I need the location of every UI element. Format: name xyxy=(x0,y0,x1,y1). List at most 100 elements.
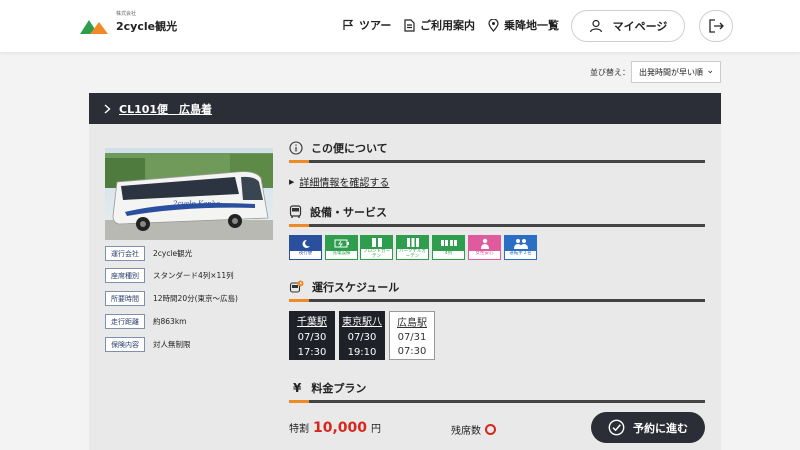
stop-date: 07/30 xyxy=(347,332,377,343)
amenity-4-row: 4列 xyxy=(432,235,465,260)
info-circle-icon xyxy=(289,141,303,155)
two-drivers-icon xyxy=(513,239,528,249)
stop-date: 07/31 xyxy=(397,332,427,343)
chevron-down-icon: ⌄ xyxy=(706,66,714,76)
amenity-label: パーソナルカーテン xyxy=(399,249,426,259)
reserve-button[interactable]: 予約に進む xyxy=(591,412,705,443)
detail-link[interactable]: ▶ 詳細情報を確認する xyxy=(289,174,390,190)
logo-brand: 2cycle観光 xyxy=(116,20,178,33)
site-header: 株式会社 2cycle観光 ツアー ご利用案内 乗降地一覧 マイページ xyxy=(0,0,800,52)
info-tag: 走行距離 xyxy=(105,314,145,329)
amenity-label: 4列 xyxy=(444,251,453,256)
mypage-label: マイページ xyxy=(612,20,668,33)
section-fare-title: 料金プラン xyxy=(311,382,367,395)
info-row-insurance: 保険内容 対人無制限 xyxy=(105,337,191,352)
nav-tour[interactable]: ツアー xyxy=(342,17,391,33)
nav-label: ご利用案内 xyxy=(420,19,475,32)
trip-header[interactable]: CL101便 広島着 xyxy=(89,93,721,124)
logo-text: 株式会社 2cycle観光 xyxy=(116,11,178,34)
user-icon xyxy=(589,19,602,33)
female-icon xyxy=(480,238,489,249)
bus-icon xyxy=(289,205,302,218)
section-rule xyxy=(289,400,705,403)
bus-photo: 2cycle Kanko xyxy=(105,148,273,240)
section-about: この便について xyxy=(289,139,705,163)
bus-clock-icon xyxy=(289,280,304,293)
logo[interactable]: 株式会社 2cycle観光 xyxy=(80,11,178,34)
section-rule xyxy=(289,299,705,302)
info-value: 2cycle観光 xyxy=(153,249,193,258)
stop-name: 広島駅 xyxy=(397,318,427,329)
stop-date: 07/30 xyxy=(297,332,327,343)
amenity-charging: 充電設備 xyxy=(325,235,358,260)
fare-label: 特割 xyxy=(289,424,309,435)
info-tag: 座席種別 xyxy=(105,268,145,283)
stop-name: 東京駅八 xyxy=(342,317,382,328)
nav-guide[interactable]: ご利用案内 xyxy=(404,17,475,33)
stop-time: 07:30 xyxy=(397,346,427,357)
info-tag: 運行会社 xyxy=(105,246,145,261)
section-rule xyxy=(289,160,705,163)
moon-icon xyxy=(302,239,310,248)
front-curtain-icon xyxy=(371,238,382,247)
document-icon xyxy=(404,18,415,32)
triangle-right-icon: ▶ xyxy=(289,177,295,186)
section-amenities-title: 設備・サービス xyxy=(310,206,387,219)
available-circle-icon xyxy=(485,424,496,435)
nav-label: 乗降地一覧 xyxy=(504,19,559,32)
check-circle-icon xyxy=(608,419,625,436)
fare-plan: 特割 10,000 円 xyxy=(289,420,381,436)
info-tag: 保険内容 xyxy=(105,337,145,352)
amenity-front-curtain: フロントカーテン xyxy=(360,235,393,260)
section-amenities: 設備・サービス xyxy=(289,203,705,227)
amenity-label: 充電設備 xyxy=(332,251,351,256)
flag-icon xyxy=(343,19,354,30)
schedule-stop-tokyo[interactable]: 東京駅八 07/30 19:10 xyxy=(339,311,385,360)
section-fare: ¥ 料金プラン xyxy=(289,379,705,403)
amenity-night-bus: 夜行便 xyxy=(289,235,322,260)
bus-livery-text: 2cycle Kanko xyxy=(172,200,220,208)
sort-select[interactable]: 出発時間が早い順 ⌄ xyxy=(631,61,721,83)
seats-remaining: 残席数 xyxy=(451,422,496,437)
map-pin-icon xyxy=(488,18,499,32)
amenity-label: フロントカーテン xyxy=(363,249,390,259)
info-value: 12時間20分(東京～広島) xyxy=(153,294,238,303)
info-row-operator: 運行会社 2cycle観光 xyxy=(105,246,192,261)
logout-icon xyxy=(709,19,724,33)
sort-label: 並び替え： xyxy=(590,68,630,77)
info-value: スタンダード4列×11列 xyxy=(153,271,234,280)
section-about-title: この便について xyxy=(311,142,388,155)
fare-unit: 円 xyxy=(371,424,382,435)
mountain-logo-icon xyxy=(80,20,108,34)
nav-stops[interactable]: 乗降地一覧 xyxy=(488,17,559,33)
stop-time: 17:30 xyxy=(297,347,327,358)
section-schedule: 運行スケジュール xyxy=(289,278,705,302)
trip-title: CL101便 広島着 xyxy=(119,102,213,116)
seats-label: 残席数 xyxy=(451,426,481,437)
battery-icon xyxy=(334,239,349,248)
chevron-right-icon xyxy=(104,103,111,114)
yen-icon: ¥ xyxy=(293,381,302,395)
section-rule xyxy=(289,224,705,227)
schedule-stop-chiba[interactable]: 千葉駅 07/30 17:30 xyxy=(289,311,335,360)
logout-button[interactable] xyxy=(699,10,733,42)
amenity-label: 夜行便 xyxy=(298,251,313,256)
stop-time: 19:10 xyxy=(347,347,377,358)
info-value: 約863km xyxy=(153,317,187,326)
schedule-stop-hiroshima[interactable]: 広島駅 07/31 07:30 xyxy=(389,311,435,360)
reserve-label: 予約に進む xyxy=(633,421,688,435)
detail-link-label: 詳細情報を確認する xyxy=(299,178,390,189)
section-schedule-title: 運行スケジュール xyxy=(312,281,400,294)
info-row-distance: 走行距離 約863km xyxy=(105,314,186,329)
fare-price: 10,000 xyxy=(313,420,368,436)
logo-ruby: 株式会社 xyxy=(116,11,137,17)
amenity-two-drivers: 運転手２名 xyxy=(504,235,537,260)
personal-curtain-icon xyxy=(406,238,419,247)
amenity-female-safe: 女性安心 xyxy=(468,235,501,260)
amenity-label: 女性安心 xyxy=(475,251,494,256)
info-row-duration: 所要時間 12時間20分(東京～広島) xyxy=(105,291,238,306)
stop-name: 千葉駅 xyxy=(297,317,327,328)
info-tag: 所要時間 xyxy=(105,291,145,306)
nav-label: ツアー xyxy=(359,19,392,32)
mypage-button[interactable]: マイページ xyxy=(571,10,685,42)
